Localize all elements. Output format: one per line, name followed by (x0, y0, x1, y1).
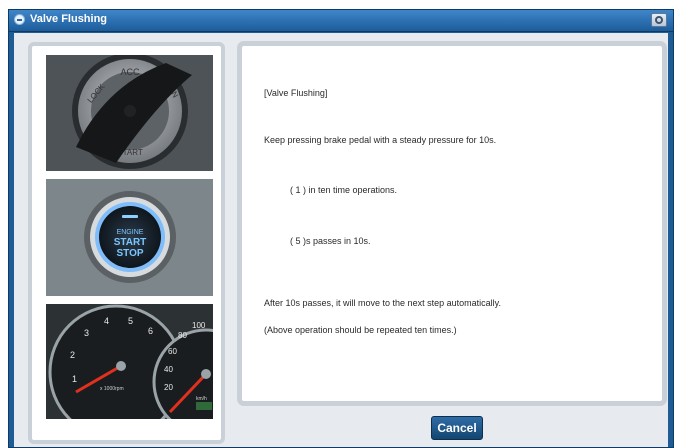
button-start-label: START (114, 237, 147, 248)
tacho-tick-6: 6 (148, 326, 153, 336)
button-stop-label: STOP (116, 248, 143, 259)
cancel-button[interactable]: Cancel (431, 416, 483, 440)
ignition-key-image: ACC LOCK ON START (46, 55, 213, 171)
instruction-heading: [Valve Flushing] (264, 88, 328, 98)
tacho-tick-4: 4 (104, 316, 109, 326)
tacho-unit: x 1000rpm (100, 386, 124, 392)
speedo-tick-60: 60 (168, 347, 177, 356)
title-bar: Valve Flushing (9, 10, 673, 32)
instruction-line-5: (Above operation should be repeated ten … (264, 325, 457, 335)
instruction-line-1: Keep pressing brake pedal with a steady … (264, 135, 497, 145)
camera-icon[interactable] (651, 13, 667, 27)
tacho-tick-5: 5 (128, 316, 133, 326)
instruction-line-4: After 10s passes, it will move to the ne… (264, 298, 501, 308)
valve-flushing-dialog: Valve Flushing ACC LOCK START ENGINE STA… (8, 9, 674, 448)
speedo-tick-40: 40 (164, 365, 173, 374)
instruction-line-3: ( 5 )s passes in 10s. (290, 236, 371, 246)
speedo-unit: km/h (196, 396, 207, 402)
tacho-tick-1: 1 (72, 374, 77, 384)
tacho-tick-2: 2 (70, 350, 75, 360)
start-stop-button-image: ENGINE START STOP (46, 179, 213, 296)
window-menu-icon[interactable] (14, 14, 25, 25)
ignition-acc-label: ACC (120, 67, 140, 77)
tacho-tick-3: 3 (84, 328, 89, 338)
instruction-line-2: ( 1 ) in ten time operations. (290, 185, 398, 195)
dialog-body: ACC LOCK ON START (14, 33, 668, 447)
speedo-tick-100: 100 (192, 321, 206, 330)
image-panel: ACC LOCK ON START (28, 42, 225, 444)
window-title: Valve Flushing (30, 13, 108, 25)
button-engine-label: ENGINE (117, 229, 144, 236)
speedo-tick-20: 20 (164, 383, 173, 392)
instruction-panel: [Valve Flushing] Keep pressing brake ped… (237, 41, 667, 406)
speedo-tick-80: 80 (178, 331, 187, 340)
gauge-cluster-image: 1 2 3 4 5 6 x 1000rpm 20 40 60 80 100 km… (46, 304, 213, 419)
